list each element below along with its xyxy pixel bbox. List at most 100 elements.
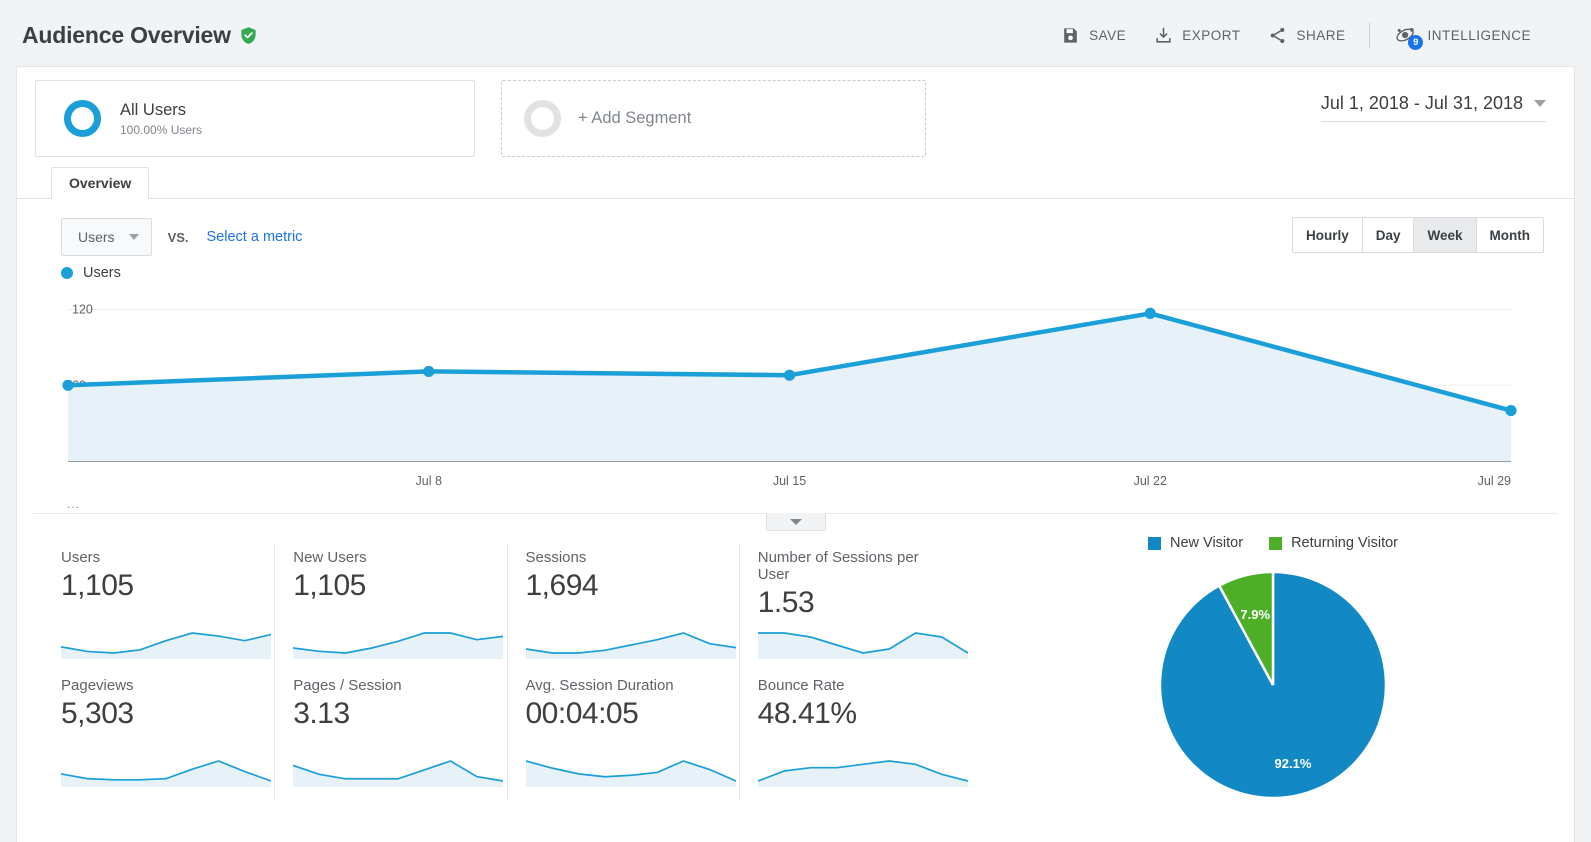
users-trend-chart-svg: 60120Jul 8Jul 15Jul 22Jul 29 <box>62 303 1517 488</box>
metric-card-value: 00:04:05 <box>525 697 639 730</box>
intelligence-button[interactable]: 9 INTELLIGENCE <box>1380 16 1545 54</box>
share-nodes-icon <box>1271 27 1285 43</box>
intelligence-label: INTELLIGENCE <box>1427 27 1531 43</box>
save-label: SAVE <box>1089 27 1127 43</box>
svg-text:120: 120 <box>72 303 93 317</box>
tab-overview[interactable]: Overview <box>51 167 150 199</box>
add-segment-button[interactable]: + Add Segment <box>501 80 926 157</box>
chart-expand-toggle[interactable] <box>766 513 826 531</box>
metric-card-value: 1,105 <box>293 569 366 602</box>
metric-card-value: 1.53 <box>757 586 815 619</box>
share-label: SHARE <box>1296 27 1346 43</box>
segment-bar: All Users 100.00% Users + Add Segment Ju… <box>17 67 1574 167</box>
metric-card-label: Bounce Rate <box>757 677 845 694</box>
metric-sparkline <box>525 632 736 659</box>
legend-dot-icon <box>61 267 73 279</box>
chevron-down-icon <box>790 518 802 525</box>
share-button[interactable]: SHARE <box>1254 18 1359 53</box>
pie-legend-returning-visitor[interactable]: Returning Visitor <box>1269 535 1398 551</box>
granularity-month[interactable]: Month <box>1476 218 1543 252</box>
metric-cards-grid: Users 1,105 New Users 1,105 Sessions 1,694 Num… <box>17 543 972 803</box>
metric-sparkline <box>757 632 968 659</box>
metric-card[interactable]: Bounce Rate 48.41% <box>740 671 972 799</box>
page-title-group: Audience Overview <box>22 22 258 49</box>
summary-section: Users 1,105 New Users 1,105 Sessions 1,694 Num… <box>17 535 1574 803</box>
svg-text:Jul 8: Jul 8 <box>416 474 442 488</box>
content-panel: All Users 100.00% Users + Add Segment Ju… <box>16 66 1575 842</box>
metric-card[interactable]: Pages / Session 3.13 <box>275 671 508 799</box>
pie-chart-wrap: 92.1% 7.9% <box>972 567 1574 803</box>
metric-card[interactable]: New Users 1,105 <box>275 543 508 671</box>
date-range-picker[interactable]: Jul 1, 2018 - Jul 31, 2018 <box>1320 93 1546 122</box>
metric-card-value: 1,694 <box>525 569 599 602</box>
header-divider <box>1369 22 1371 48</box>
x-axis-leading-ellipsis: ... <box>67 497 81 511</box>
export-button[interactable]: EXPORT <box>1140 18 1254 53</box>
save-button[interactable]: SAVE <box>1047 18 1140 53</box>
intelligence-badge: 9 <box>1408 35 1424 50</box>
granularity-day[interactable]: Day <box>1362 218 1415 252</box>
metric-card[interactable]: Number of Sessions per User 1.53 <box>740 543 972 671</box>
intelligence-icon: 9 <box>1394 24 1424 50</box>
tab-strip: Overview <box>17 167 1574 199</box>
metric-sparkline <box>757 760 968 787</box>
donut-blue-icon <box>64 100 101 137</box>
metric-card-label: Avg. Session Duration <box>525 677 674 694</box>
date-range-value: Jul 1, 2018 - Jul 31, 2018 <box>1320 93 1523 113</box>
svg-text:Jul 15: Jul 15 <box>773 474 806 488</box>
chevron-down-icon <box>128 234 139 240</box>
save-floppy-icon <box>1064 27 1078 43</box>
granularity-hourly[interactable]: Hourly <box>1292 218 1363 252</box>
granularity-toggle-group: Hourly Day Week Month <box>1291 217 1544 253</box>
metric-sparkline <box>61 632 271 659</box>
pie-slice-label: 92.1% <box>1275 756 1312 771</box>
metric-card-label: Users <box>61 549 101 566</box>
metric-card[interactable]: Avg. Session Duration 00:04:05 <box>508 671 740 799</box>
tab-overview-label: Overview <box>69 175 132 191</box>
page-header: Audience Overview SAVE EXPORT SHARE 9 IN… <box>0 0 1591 70</box>
header-actions: SAVE EXPORT SHARE 9 INTELLIGENCE <box>1047 16 1545 54</box>
chart-legend: Users <box>17 265 1574 281</box>
legend-swatch-green-icon <box>1269 536 1283 550</box>
metric-card-value: 1,105 <box>61 569 134 602</box>
pie-legend-new-visitor[interactable]: New Visitor <box>1148 535 1243 551</box>
svg-text:Jul 29: Jul 29 <box>1478 474 1511 488</box>
pie-legend: New Visitor Returning Visitor <box>972 535 1574 551</box>
verified-shield-icon <box>241 26 256 44</box>
metric-card[interactable]: Users 1,105 <box>43 543 276 671</box>
metric-selector-row: Users VS. Select a metric Hourly Day Wee… <box>17 199 1574 261</box>
donut-gray-icon <box>524 100 561 137</box>
export-download-icon <box>1156 27 1171 43</box>
metric-card[interactable]: Pageviews 5,303 <box>43 671 276 799</box>
google-analytics-audience-overview: Audience Overview SAVE EXPORT SHARE 9 IN… <box>0 0 1591 842</box>
svg-text:Jul 22: Jul 22 <box>1134 474 1167 488</box>
visitor-type-pie-chart[interactable]: 92.1% 7.9% <box>1155 567 1391 803</box>
metric-card[interactable]: Sessions 1,694 <box>508 543 740 671</box>
legend-swatch-blue-icon <box>1148 536 1161 550</box>
metric-card-label: Number of Sessions per User <box>757 549 919 583</box>
add-segment-label: + Add Segment <box>578 109 692 127</box>
pie-legend-returning-visitor-label: Returning Visitor <box>1291 535 1398 551</box>
metric-sparkline <box>293 632 504 659</box>
metric-sparkline <box>61 760 271 787</box>
segment-name: All Users <box>120 100 187 119</box>
page-title: Audience Overview <box>22 21 231 48</box>
metric-card-value: 48.41% <box>757 697 857 730</box>
segment-all-users[interactable]: All Users 100.00% Users <box>35 80 475 157</box>
select-a-metric-link[interactable]: Select a metric <box>207 229 303 245</box>
pie-slice-label: 7.9% <box>1240 607 1270 622</box>
primary-metric-dropdown[interactable]: Users <box>61 218 152 256</box>
metric-card-label: Pageviews <box>61 677 134 694</box>
metric-sparkline <box>293 760 504 787</box>
metric-card-label: New Users <box>293 549 367 566</box>
pie-legend-new-visitor-label: New Visitor <box>1170 535 1244 551</box>
users-trend-chart[interactable]: 60120Jul 8Jul 15Jul 22Jul 29 ... <box>17 291 1574 531</box>
visitor-type-pie-block: New Visitor Returning Visitor 92.1% 7.9% <box>972 535 1574 803</box>
legend-label: Users <box>83 265 121 281</box>
metric-card-value: 3.13 <box>293 697 350 730</box>
metric-card-value: 5,303 <box>61 697 134 730</box>
granularity-week[interactable]: Week <box>1414 218 1477 252</box>
primary-metric-label: Users <box>78 229 115 245</box>
metric-sparkline <box>525 760 736 787</box>
segment-subtitle: 100.00% Users <box>120 123 203 138</box>
